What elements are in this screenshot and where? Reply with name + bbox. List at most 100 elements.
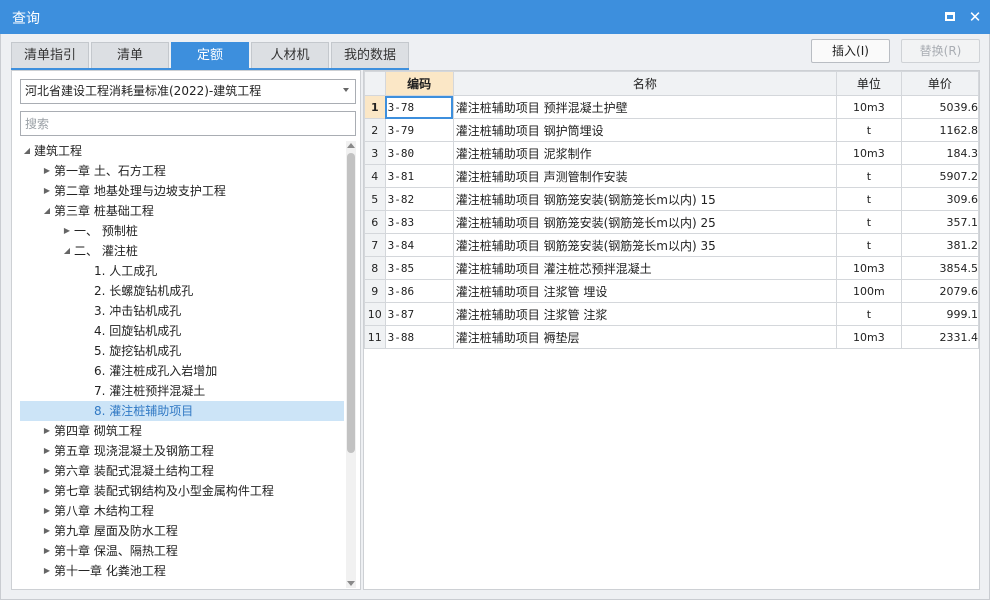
tree-node[interactable]: ▶ 第六章 装配式混凝土结构工程 bbox=[20, 461, 344, 481]
collapse-arrow-icon[interactable]: ▶ bbox=[42, 501, 52, 521]
table-row[interactable]: 6 3-83 灌注桩辅助项目 钢筋笼安装(钢筋笼长m以内) 25 t 357.1 bbox=[364, 210, 979, 234]
name-cell[interactable]: 灌注桩辅助项目 注浆管 注浆 bbox=[452, 302, 838, 326]
unit-cell[interactable]: t bbox=[836, 164, 902, 188]
tree-node[interactable]: ◢ 二、 灌注桩 bbox=[20, 241, 344, 261]
tree-node[interactable]: ▶ 第八章 木结构工程 bbox=[20, 501, 344, 521]
code-cell[interactable]: 3-83 bbox=[384, 210, 454, 234]
tree-node[interactable]: 7. 灌注桩预拌混凝土 bbox=[20, 381, 344, 401]
table-row[interactable]: 4 3-81 灌注桩辅助项目 声测管制作安装 t 5907.2 bbox=[364, 164, 979, 188]
price-cell[interactable]: 309.6 bbox=[900, 187, 979, 211]
table-row[interactable]: 11 3-88 灌注桩辅助项目 褥垫层 10m3 2331.4 bbox=[364, 325, 979, 349]
price-cell[interactable]: 3854.5 bbox=[900, 256, 979, 280]
price-cell[interactable]: 1162.8 bbox=[900, 118, 979, 142]
code-cell[interactable]: 3-88 bbox=[384, 325, 454, 349]
expand-arrow-icon[interactable]: ◢ bbox=[42, 201, 52, 221]
unit-cell[interactable]: t bbox=[836, 187, 902, 211]
unit-cell[interactable]: 10m3 bbox=[836, 325, 902, 349]
row-number-cell[interactable]: 10 bbox=[364, 302, 386, 326]
scrollbar-thumb[interactable] bbox=[347, 153, 355, 453]
table-row[interactable]: 5 3-82 灌注桩辅助项目 钢筋笼安装(钢筋笼长m以内) 15 t 309.6 bbox=[364, 187, 979, 211]
row-number-cell[interactable]: 11 bbox=[364, 325, 386, 349]
collapse-arrow-icon[interactable]: ▶ bbox=[42, 461, 52, 481]
tree-node[interactable]: ◢ 第三章 桩基础工程 bbox=[20, 201, 344, 221]
search-input[interactable] bbox=[20, 111, 356, 136]
library-select[interactable]: 河北省建设工程消耗量标准(2022)-建筑工程 bbox=[20, 79, 356, 104]
price-cell[interactable]: 2079.6 bbox=[900, 279, 979, 303]
collapse-arrow-icon[interactable]: ▶ bbox=[42, 161, 52, 181]
code-cell[interactable]: 3-79 bbox=[384, 118, 454, 142]
tree-vertical-scrollbar[interactable] bbox=[346, 141, 356, 588]
tree-node[interactable]: ▶ 第四章 砌筑工程 bbox=[20, 421, 344, 441]
expand-arrow-icon[interactable]: ◢ bbox=[62, 241, 72, 261]
row-number-cell[interactable]: 5 bbox=[364, 187, 386, 211]
tree-node[interactable]: ▶ 第七章 装配式钢结构及小型金属构件工程 bbox=[20, 481, 344, 501]
tree-node[interactable]: ▶ 第五章 现浇混凝土及钢筋工程 bbox=[20, 441, 344, 461]
collapse-arrow-icon[interactable]: ▶ bbox=[42, 541, 52, 561]
collapse-arrow-icon[interactable]: ▶ bbox=[42, 521, 52, 541]
collapse-arrow-icon[interactable]: ▶ bbox=[42, 441, 52, 461]
collapse-arrow-icon[interactable]: ▶ bbox=[42, 481, 52, 501]
unit-cell[interactable]: t bbox=[836, 233, 902, 257]
tab-my-data[interactable]: 我的数据 bbox=[331, 42, 409, 68]
name-cell[interactable]: 灌注桩辅助项目 钢筋笼安装(钢筋笼长m以内) 35 bbox=[452, 233, 838, 257]
price-cell[interactable]: 999.1 bbox=[900, 302, 979, 326]
name-cell[interactable]: 灌注桩辅助项目 褥垫层 bbox=[452, 325, 838, 349]
row-number-header[interactable] bbox=[364, 71, 386, 96]
code-column-header[interactable]: 编码 bbox=[384, 71, 454, 96]
tab-bill[interactable]: 清单 bbox=[91, 42, 169, 68]
row-number-cell[interactable]: 9 bbox=[364, 279, 386, 303]
unit-cell[interactable]: 10m3 bbox=[836, 141, 902, 165]
scroll-down-icon[interactable] bbox=[347, 581, 355, 586]
unit-cell[interactable]: 10m3 bbox=[836, 95, 902, 119]
tab-bill-guide[interactable]: 清单指引 bbox=[11, 42, 89, 68]
name-cell[interactable]: 灌注桩辅助项目 预拌混凝土护壁 bbox=[452, 95, 838, 119]
name-cell[interactable]: 灌注桩辅助项目 钢护筒埋设 bbox=[452, 118, 838, 142]
table-row[interactable]: 8 3-85 灌注桩辅助项目 灌注桩芯预拌混凝土 10m3 3854.5 bbox=[364, 256, 979, 280]
collapse-arrow-icon[interactable]: ▶ bbox=[42, 421, 52, 441]
code-cell[interactable]: 3-86 bbox=[384, 279, 454, 303]
name-cell[interactable]: 灌注桩辅助项目 注浆管 埋设 bbox=[452, 279, 838, 303]
tree-node[interactable]: 4. 回旋钻机成孔 bbox=[20, 321, 344, 341]
code-cell[interactable]: 3-80 bbox=[384, 141, 454, 165]
price-cell[interactable]: 357.1 bbox=[900, 210, 979, 234]
table-row[interactable]: 2 3-79 灌注桩辅助项目 钢护筒埋设 t 1162.8 bbox=[364, 118, 979, 142]
tree-node[interactable]: ▶ 一、 预制桩 bbox=[20, 221, 344, 241]
maximize-icon[interactable] bbox=[941, 8, 959, 26]
price-cell[interactable]: 184.3 bbox=[900, 141, 979, 165]
tree-node[interactable]: ▶ 第十一章 化粪池工程 bbox=[20, 561, 344, 581]
unit-cell[interactable]: 100m bbox=[836, 279, 902, 303]
row-number-cell[interactable]: 4 bbox=[364, 164, 386, 188]
row-number-cell[interactable]: 8 bbox=[364, 256, 386, 280]
tree-node[interactable]: 8. 灌注桩辅助项目 bbox=[20, 401, 344, 421]
code-cell[interactable]: 3-85 bbox=[384, 256, 454, 280]
collapse-arrow-icon[interactable]: ▶ bbox=[62, 221, 72, 241]
tree-node[interactable]: ▶ 第二章 地基处理与边坡支护工程 bbox=[20, 181, 344, 201]
code-cell[interactable]: 3-78 bbox=[384, 95, 454, 119]
tree-node[interactable]: 5. 旋挖钻机成孔 bbox=[20, 341, 344, 361]
tree-node[interactable]: ◢ 建筑工程 bbox=[20, 141, 344, 161]
price-cell[interactable]: 381.2 bbox=[900, 233, 979, 257]
table-row[interactable]: 9 3-86 灌注桩辅助项目 注浆管 埋设 100m 2079.6 bbox=[364, 279, 979, 303]
tree-node[interactable]: 1. 人工成孔 bbox=[20, 261, 344, 281]
collapse-arrow-icon[interactable]: ▶ bbox=[42, 561, 52, 581]
scroll-up-icon[interactable] bbox=[347, 143, 355, 148]
row-number-cell[interactable]: 1 bbox=[364, 95, 386, 119]
unit-cell[interactable]: t bbox=[836, 302, 902, 326]
tree-node[interactable]: ▶ 第一章 土、石方工程 bbox=[20, 161, 344, 181]
row-number-cell[interactable]: 6 bbox=[364, 210, 386, 234]
name-cell[interactable]: 灌注桩辅助项目 声测管制作安装 bbox=[452, 164, 838, 188]
insert-button[interactable]: 插入(I) bbox=[811, 39, 890, 63]
name-cell[interactable]: 灌注桩辅助项目 钢筋笼安装(钢筋笼长m以内) 25 bbox=[452, 210, 838, 234]
table-row[interactable]: 1 3-78 灌注桩辅助项目 预拌混凝土护壁 10m3 5039.6 bbox=[364, 95, 979, 119]
price-cell[interactable]: 5907.2 bbox=[900, 164, 979, 188]
price-column-header[interactable]: 单价 bbox=[900, 71, 979, 96]
price-cell[interactable]: 5039.6 bbox=[900, 95, 979, 119]
tab-quota[interactable]: 定额 bbox=[171, 42, 249, 68]
code-cell[interactable]: 3-82 bbox=[384, 187, 454, 211]
unit-column-header[interactable]: 单位 bbox=[836, 71, 902, 96]
unit-cell[interactable]: t bbox=[836, 210, 902, 234]
unit-cell[interactable]: t bbox=[836, 118, 902, 142]
row-number-cell[interactable]: 2 bbox=[364, 118, 386, 142]
code-cell[interactable]: 3-81 bbox=[384, 164, 454, 188]
tab-labor-material-machine[interactable]: 人材机 bbox=[251, 42, 329, 68]
